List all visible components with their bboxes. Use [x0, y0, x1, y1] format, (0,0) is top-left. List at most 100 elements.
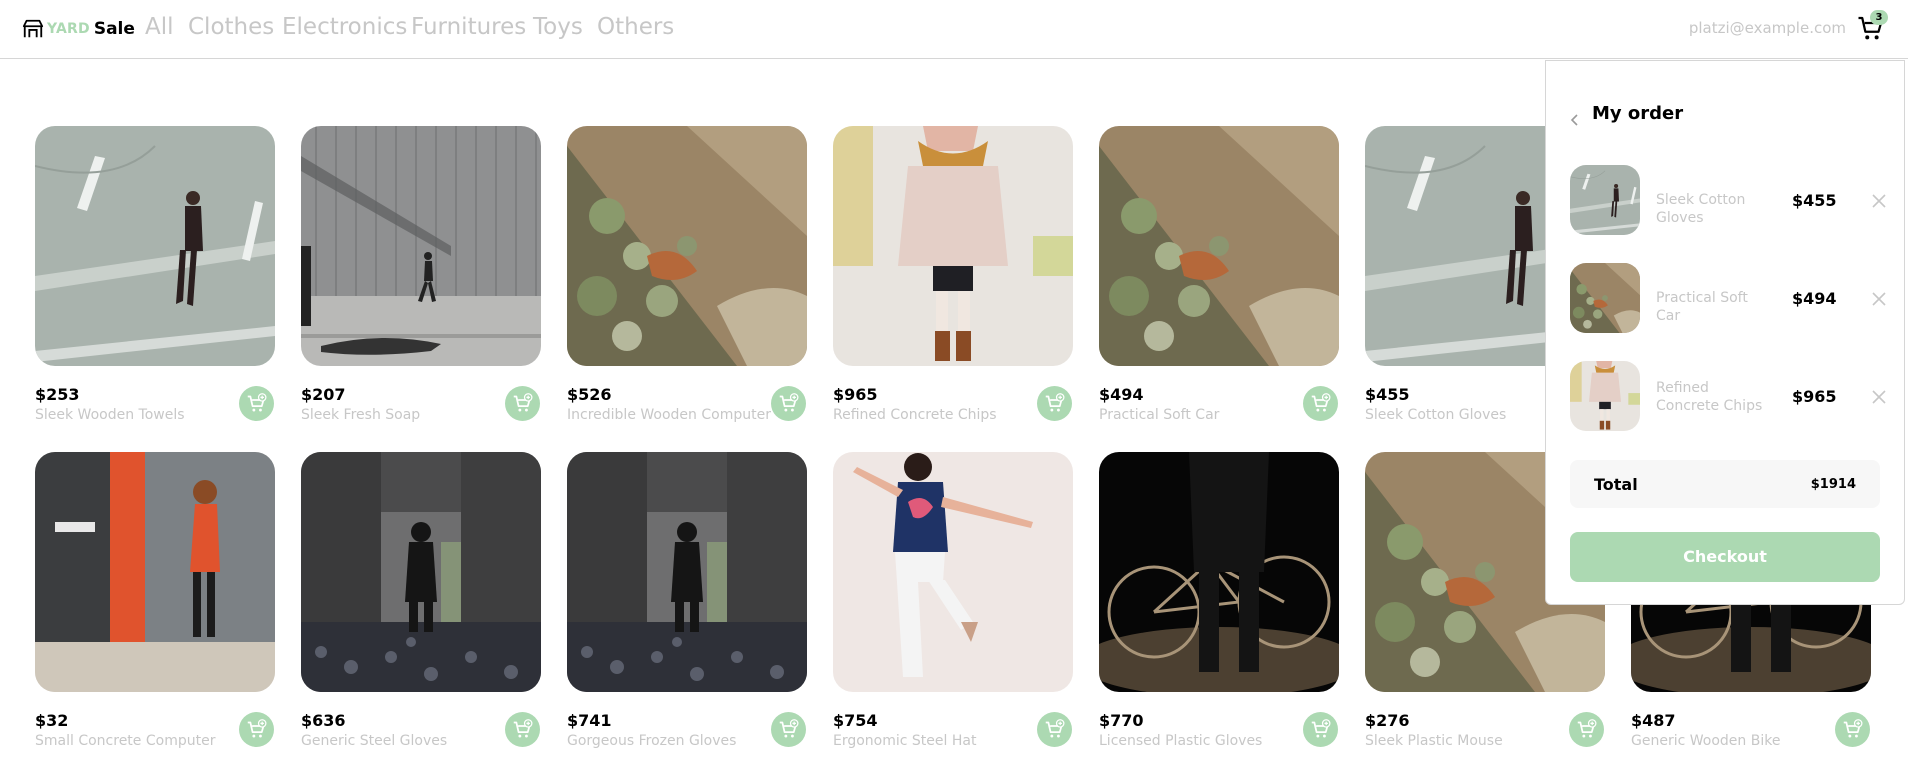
product-price: $455 — [1365, 385, 1410, 404]
add-to-cart-icon — [512, 393, 533, 414]
product-card[interactable]: $770 Licensed Plastic Gloves — [1099, 452, 1339, 752]
product-card[interactable]: $636 Generic Steel Gloves — [301, 452, 541, 752]
add-to-cart-button[interactable] — [239, 386, 274, 421]
add-to-cart-icon — [1310, 719, 1331, 740]
add-to-cart-icon — [778, 393, 799, 414]
order-item: Sleek Cotton Gloves $455 — [1570, 165, 1890, 237]
add-to-cart-icon — [246, 719, 267, 740]
product-price: $770 — [1099, 711, 1144, 730]
add-to-cart-icon — [246, 393, 267, 414]
product-name: Licensed Plastic Gloves — [1099, 733, 1263, 749]
product-name: Generic Wooden Bike — [1631, 733, 1781, 749]
add-to-cart-icon — [1044, 719, 1065, 740]
logo[interactable]: YARD Sale — [22, 16, 135, 42]
product-price: $253 — [35, 385, 80, 404]
product-price: $965 — [833, 385, 878, 404]
product-name: Generic Steel Gloves — [301, 733, 448, 749]
product-image[interactable] — [35, 452, 275, 692]
product-price: $487 — [1631, 711, 1676, 730]
product-image[interactable] — [301, 452, 541, 692]
product-price: $32 — [35, 711, 69, 730]
add-to-cart-button[interactable] — [1303, 712, 1338, 747]
product-price: $207 — [301, 385, 346, 404]
add-to-cart-icon — [778, 719, 799, 740]
product-price: $754 — [833, 711, 878, 730]
product-card[interactable]: $32 Small Concrete Computer — [35, 452, 275, 752]
cart-count-badge: 3 — [1870, 10, 1888, 25]
product-image[interactable] — [35, 126, 275, 366]
add-to-cart-icon — [1576, 719, 1597, 740]
product-image[interactable] — [567, 452, 807, 692]
order-item-price: $965 — [1792, 387, 1837, 406]
product-name: Practical Soft Car — [1099, 407, 1220, 423]
add-to-cart-button[interactable] — [1037, 386, 1072, 421]
product-price: $276 — [1365, 711, 1410, 730]
order-item-price: $455 — [1792, 191, 1837, 210]
product-image[interactable] — [1099, 452, 1339, 692]
order-item: Refined Concrete Chips $965 — [1570, 361, 1890, 433]
order-item-name: Sleek Cotton Gloves — [1656, 192, 1746, 226]
close-icon[interactable] — [1871, 389, 1887, 405]
nav-link-others[interactable]: Others — [597, 14, 674, 40]
order-total: Total $1914 — [1570, 460, 1880, 508]
order-item-image — [1570, 263, 1640, 333]
navbar: YARD Sale All Clothes Electronics Furnit… — [0, 0, 1908, 59]
add-to-cart-button[interactable] — [505, 386, 540, 421]
add-to-cart-button[interactable] — [1835, 712, 1870, 747]
total-label: Total — [1594, 475, 1638, 494]
nav-link-toys[interactable]: Toys — [533, 14, 583, 40]
user-email[interactable]: platzi@example.com — [1689, 19, 1846, 37]
product-image[interactable] — [301, 126, 541, 366]
nav-link-electronics[interactable]: Electronics — [282, 14, 407, 40]
product-name: Sleek Fresh Soap — [301, 407, 421, 423]
product-price: $741 — [567, 711, 612, 730]
product-name: Incredible Wooden Computer — [567, 407, 771, 423]
product-card[interactable]: $494 Practical Soft Car — [1099, 126, 1339, 426]
add-to-cart-button[interactable] — [505, 712, 540, 747]
product-price: $526 — [567, 385, 612, 404]
add-to-cart-button[interactable] — [239, 712, 274, 747]
product-name: Gorgeous Frozen Gloves — [567, 733, 737, 749]
product-image[interactable] — [1099, 126, 1339, 366]
product-card[interactable]: $526 Incredible Wooden Computer — [567, 126, 807, 426]
product-card[interactable]: $253 Sleek Wooden Towels — [35, 126, 275, 426]
product-card[interactable]: $207 Sleek Fresh Soap — [301, 126, 541, 426]
product-image[interactable] — [833, 452, 1073, 692]
nav-link-all[interactable]: All — [145, 14, 174, 40]
product-card[interactable]: $754 Ergonomic Steel Hat — [833, 452, 1073, 752]
order-panel: My order Sleek Cotton Gloves $455 Practi… — [1545, 60, 1905, 605]
order-item-name: Refined Concrete Chips — [1656, 380, 1763, 414]
add-to-cart-button[interactable] — [1569, 712, 1604, 747]
product-card[interactable]: $965 Refined Concrete Chips — [833, 126, 1073, 426]
product-name: Refined Concrete Chips — [833, 407, 997, 423]
product-name: Ergonomic Steel Hat — [833, 733, 977, 749]
add-to-cart-button[interactable] — [1037, 712, 1072, 747]
total-value: $1914 — [1810, 477, 1856, 492]
order-item-price: $494 — [1792, 289, 1837, 308]
order-item-image — [1570, 361, 1640, 431]
product-name: Small Concrete Computer — [35, 733, 216, 749]
product-name: Sleek Cotton Gloves — [1365, 407, 1507, 423]
nav-link-clothes[interactable]: Clothes — [188, 14, 274, 40]
add-to-cart-icon — [1842, 719, 1863, 740]
close-icon[interactable] — [1871, 291, 1887, 307]
store-icon — [22, 19, 44, 38]
order-item: Practical Soft Car $494 — [1570, 263, 1890, 335]
add-to-cart-icon — [1310, 393, 1331, 414]
add-to-cart-button[interactable] — [771, 386, 806, 421]
product-name: Sleek Wooden Towels — [35, 407, 185, 423]
order-item-name: Practical Soft Car — [1656, 290, 1748, 324]
add-to-cart-button[interactable] — [771, 712, 806, 747]
product-card[interactable]: $741 Gorgeous Frozen Gloves — [567, 452, 807, 752]
product-image[interactable] — [833, 126, 1073, 366]
order-title: My order — [1592, 103, 1684, 124]
product-image[interactable] — [567, 126, 807, 366]
add-to-cart-button[interactable] — [1303, 386, 1338, 421]
logo-yard-text: YARD — [47, 21, 90, 37]
checkout-button[interactable]: Checkout — [1570, 532, 1880, 582]
close-icon[interactable] — [1871, 193, 1887, 209]
product-name: Sleek Plastic Mouse — [1365, 733, 1503, 749]
nav-link-furnitures[interactable]: Furnitures — [411, 14, 526, 40]
logo-sale-text: Sale — [93, 19, 135, 39]
chevron-left-icon[interactable] — [1568, 113, 1582, 127]
